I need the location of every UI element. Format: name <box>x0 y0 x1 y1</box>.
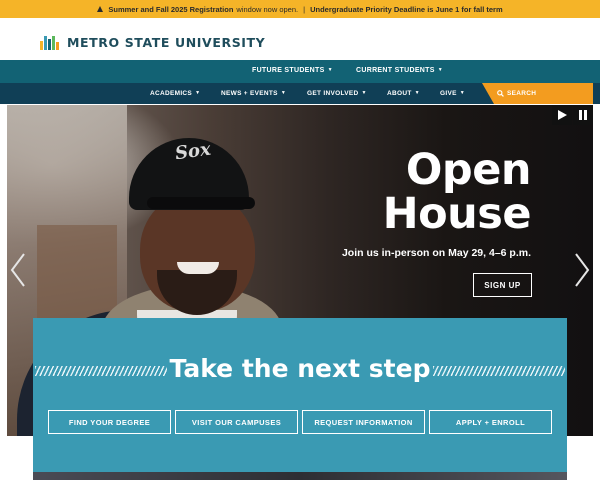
site-logo[interactable]: METRO STATE UNIVERSITY <box>40 35 265 50</box>
find-your-degree-button[interactable]: FIND YOUR DEGREE <box>48 410 171 434</box>
nav-give[interactable]: GIVE ▼ <box>440 90 465 97</box>
chevron-right-icon[interactable] <box>572 252 592 288</box>
next-section-image <box>33 472 567 480</box>
nav-about[interactable]: ABOUT ▼ <box>387 90 420 97</box>
nav-future-students[interactable]: FUTURE STUDENTS ▼ <box>252 67 333 74</box>
nav-current-students-label: CURRENT STUDENTS <box>356 67 435 74</box>
nav-about-label: ABOUT <box>387 90 412 97</box>
nav-give-label: GIVE <box>440 90 457 97</box>
next-step-title: Take the next step <box>169 354 431 383</box>
alert-separator: | <box>303 4 306 14</box>
caret-down-icon: ▼ <box>459 90 465 96</box>
caret-down-icon: ▼ <box>361 90 367 96</box>
alert-highlight[interactable]: Summer and Fall 2025 Registration <box>108 5 233 14</box>
nav-get-involved-label: GET INVOLVED <box>307 90 359 97</box>
nav-current-students[interactable]: CURRENT STUDENTS ▼ <box>356 67 443 74</box>
nav-academics[interactable]: ACADEMICS ▼ <box>150 90 200 97</box>
visit-our-campuses-button[interactable]: VISIT OUR CAMPUSES <box>175 410 298 434</box>
alert-text: window now open. <box>236 4 299 14</box>
next-step-panel: Take the next step FIND YOUR DEGREE VISI… <box>33 318 567 480</box>
caret-down-icon: ▼ <box>327 67 333 73</box>
hero-background-detail <box>37 225 117 325</box>
search-label: SEARCH <box>507 90 537 97</box>
play-icon <box>558 110 567 120</box>
caret-down-icon: ▼ <box>437 67 443 73</box>
logo-mark-icon <box>40 35 60 50</box>
caret-down-icon: ▼ <box>414 90 420 96</box>
warning-icon <box>97 6 104 12</box>
hero-title-line1: Open <box>405 145 532 195</box>
nav-news-events-label: NEWS + EVENTS <box>221 90 278 97</box>
site-header: METRO STATE UNIVERSITY <box>0 18 600 60</box>
primary-nav: FUTURE STUDENTS ▼ CURRENT STUDENTS ▼ <box>0 60 600 83</box>
alert-deadline[interactable]: Undergraduate Priority Deadline is June … <box>310 5 503 14</box>
pause-button[interactable] <box>573 105 593 125</box>
search-button[interactable]: SEARCH <box>497 90 536 97</box>
nav-future-students-label: FUTURE STUDENTS <box>252 67 325 74</box>
play-button[interactable] <box>552 105 572 125</box>
hero-title: Open House <box>382 145 532 239</box>
pause-icon <box>579 110 587 120</box>
apply-enroll-button[interactable]: APPLY + ENROLL <box>429 410 552 434</box>
logo-text: METRO STATE UNIVERSITY <box>67 35 266 50</box>
search-icon <box>497 90 504 97</box>
alert-bar: Summer and Fall 2025 Registration window… <box>0 0 600 18</box>
sign-up-button[interactable]: SIGN UP <box>473 273 532 297</box>
nav-get-involved[interactable]: GET INVOLVED ▼ <box>307 90 367 97</box>
chevron-left-icon[interactable] <box>8 252 28 288</box>
caret-down-icon: ▼ <box>195 90 201 96</box>
nav-academics-label: ACADEMICS <box>150 90 193 97</box>
request-information-button[interactable]: REQUEST INFORMATION <box>302 410 425 434</box>
nav-news-events[interactable]: NEWS + EVENTS ▼ <box>221 90 286 97</box>
hero-title-line2: House <box>382 189 532 239</box>
caret-down-icon: ▼ <box>280 90 287 96</box>
hero-subtitle: Join us in-person on May 29, 4–6 p.m. <box>341 247 531 259</box>
